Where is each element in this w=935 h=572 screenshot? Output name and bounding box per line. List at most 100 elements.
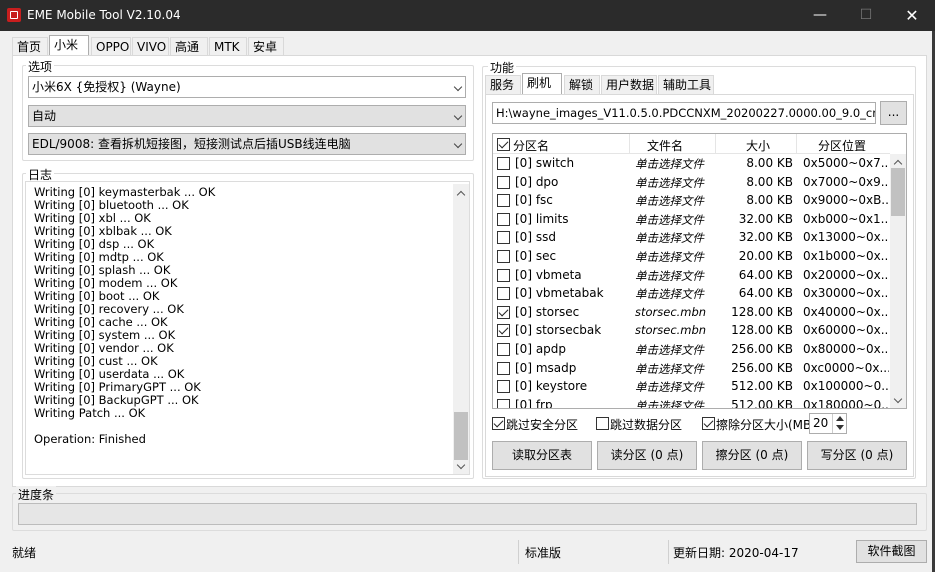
- row-checkbox[interactable]: [497, 157, 510, 170]
- header-partition[interactable]: 分区名: [513, 137, 549, 154]
- row-partition-name: [0] keystore: [515, 379, 588, 394]
- table-row[interactable]: [0] limits 单击选择文件 32.00 KB 0xb000~0x1...: [493, 210, 890, 228]
- tab-flash[interactable]: 刷机: [522, 73, 562, 95]
- tab-oppo[interactable]: OPPO: [91, 37, 131, 57]
- mode-select[interactable]: 自动: [28, 105, 466, 127]
- row-checkbox[interactable]: [497, 398, 510, 408]
- table-row[interactable]: [0] vbmetabak 单击选择文件 64.00 KB 0x30000~0x...: [493, 284, 890, 302]
- read-partition-table-button[interactable]: 读取分区表: [492, 441, 592, 470]
- tab-mtk[interactable]: MTK: [209, 37, 247, 57]
- scroll-down-icon[interactable]: [893, 394, 903, 404]
- close-button[interactable]: ✕: [889, 0, 935, 31]
- row-file-name[interactable]: 单击选择文件: [635, 193, 713, 209]
- table-row[interactable]: [0] keystore 单击选择文件 512.00 KB 0x100000~0...: [493, 377, 890, 395]
- erase-size-label[interactable]: 擦除分区大小(MB): [716, 416, 816, 433]
- erase-size-stepper[interactable]: 20: [809, 413, 847, 434]
- stepper-down-icon[interactable]: [836, 425, 844, 430]
- table-row[interactable]: [0] storsecbak storsec.mbn 128.00 KB 0x6000…: [493, 321, 890, 339]
- row-file-name[interactable]: 单击选择文件: [635, 212, 713, 228]
- row-file-name[interactable]: 单击选择文件: [635, 398, 713, 408]
- row-size: 64.00 KB: [738, 286, 793, 301]
- row-checkbox[interactable]: [497, 287, 510, 301]
- chevron-down-icon: [453, 111, 463, 121]
- table-row[interactable]: [0] dpo 单击选择文件 8.00 KB 0x7000~0x9...: [493, 173, 890, 191]
- model-select[interactable]: 小米6X {免授权} (Wayne): [28, 76, 466, 98]
- row-checkbox[interactable]: [497, 380, 510, 394]
- table-scroll-thumb[interactable]: [891, 168, 905, 216]
- log-scrollbar[interactable]: [453, 184, 469, 474]
- firmware-path-input[interactable]: H:\wayne_images_V11.0.5.0.PDCCNXM_202002…: [492, 102, 876, 124]
- read-partition-button[interactable]: 读分区 (0 点): [597, 441, 697, 470]
- row-checkbox[interactable]: [497, 361, 510, 375]
- tab-home[interactable]: 首页: [12, 37, 48, 57]
- table-row[interactable]: [0] apdp 单击选择文件 256.00 KB 0x80000~0x...: [493, 340, 890, 358]
- table-row[interactable]: [0] fsc 单击选择文件 8.00 KB 0x9000~0xB...: [493, 191, 890, 209]
- table-row[interactable]: [0] msadp 单击选择文件 256.00 KB 0xc0000~0x...: [493, 359, 890, 377]
- skip-data-label[interactable]: 跳过数据分区: [610, 416, 682, 433]
- row-file-name[interactable]: 单击选择文件: [635, 175, 713, 191]
- table-row[interactable]: [0] sec 单击选择文件 20.00 KB 0x1b000~0x...: [493, 247, 890, 265]
- row-partition-name: [0] apdp: [515, 342, 567, 356]
- row-file-name[interactable]: 单击选择文件: [635, 230, 713, 246]
- row-file-name[interactable]: 单击选择文件: [635, 286, 713, 302]
- skip-data-checkbox[interactable]: [596, 417, 609, 430]
- table-row[interactable]: [0] frp 单击选择文件 512.00 KB 0x180000~0...: [493, 396, 890, 408]
- scroll-down-icon[interactable]: [456, 460, 466, 470]
- write-partition-button[interactable]: 写分区 (0 点): [807, 441, 907, 470]
- method-select[interactable]: EDL/9008: 查看拆机短接图，短接测试点后插USB线连电脑: [28, 133, 466, 155]
- chevron-down-icon: [453, 139, 463, 149]
- tab-xiaomi[interactable]: 小米: [49, 35, 89, 57]
- row-file-name[interactable]: storsec.mbn: [635, 323, 713, 337]
- row-partition-name: [0] storsec: [515, 304, 580, 319]
- table-row[interactable]: [0] switch 单击选择文件 8.00 KB 0x5000~0x7...: [493, 154, 890, 172]
- scroll-up-icon[interactable]: [456, 190, 466, 200]
- log-box[interactable]: Writing [0] keymasterbak ... OK Writing […: [25, 181, 470, 475]
- erase-size-checkbox[interactable]: [702, 417, 715, 430]
- maximize-button[interactable]: ☐: [843, 0, 889, 31]
- tab-android[interactable]: 安卓: [248, 37, 284, 57]
- row-checkbox[interactable]: [497, 343, 510, 356]
- erase-partition-button[interactable]: 擦分区 (0 点): [702, 441, 802, 470]
- screenshot-button[interactable]: 软件截图: [856, 540, 927, 563]
- stepper-up-icon[interactable]: [836, 416, 844, 421]
- row-checkbox[interactable]: [497, 268, 510, 282]
- header-divider: [715, 134, 716, 154]
- tab-service[interactable]: 服务: [485, 75, 521, 95]
- table-row[interactable]: [0] storsec storsec.mbn 128.00 KB 0x40000~0…: [493, 303, 890, 321]
- table-row[interactable]: [0] vbmeta 单击选择文件 64.00 KB 0x20000~0x...: [493, 266, 890, 284]
- row-file-name[interactable]: 单击选择文件: [635, 268, 713, 284]
- row-checkbox[interactable]: [497, 212, 510, 226]
- row-file-name[interactable]: 单击选择文件: [635, 361, 713, 377]
- row-file-name[interactable]: 单击选择文件: [635, 342, 713, 358]
- row-file-name[interactable]: storsec.mbn: [635, 305, 713, 319]
- scroll-up-icon[interactable]: [893, 159, 903, 169]
- header-filename[interactable]: 文件名: [647, 137, 683, 154]
- skip-secure-checkbox[interactable]: [492, 417, 505, 430]
- row-checkbox[interactable]: [497, 250, 510, 263]
- minimize-button[interactable]: —: [797, 0, 843, 31]
- select-all-checkbox[interactable]: [497, 138, 510, 151]
- row-checkbox[interactable]: [497, 324, 510, 338]
- row-file-name[interactable]: 单击选择文件: [635, 379, 713, 395]
- skip-secure-label[interactable]: 跳过安全分区: [506, 416, 578, 433]
- tab-qualcomm[interactable]: 高通: [170, 37, 208, 57]
- row-file-name[interactable]: 单击选择文件: [635, 249, 713, 265]
- header-location[interactable]: 分区位置: [818, 137, 866, 154]
- tab-userdata[interactable]: 用户数据: [601, 75, 657, 95]
- tab-vivo[interactable]: VIVO: [132, 37, 169, 57]
- row-checkbox[interactable]: [497, 231, 510, 245]
- row-checkbox[interactable]: [497, 194, 510, 208]
- row-file-name[interactable]: 单击选择文件: [635, 156, 713, 172]
- tab-unlock[interactable]: 解锁: [564, 75, 600, 95]
- row-location: 0x9000~0xB...: [803, 193, 889, 208]
- tab-tools[interactable]: 辅助工具: [658, 75, 714, 95]
- row-checkbox[interactable]: [497, 305, 510, 319]
- table-row[interactable]: [0] ssd 单击选择文件 32.00 KB 0x13000~0x...: [493, 228, 890, 246]
- erase-size-value[interactable]: 20: [813, 416, 828, 430]
- row-checkbox[interactable]: [497, 175, 510, 189]
- mode-value: 自动: [32, 109, 57, 123]
- table-scrollbar[interactable]: [890, 154, 906, 408]
- log-scroll-thumb[interactable]: [454, 412, 468, 460]
- header-size[interactable]: 大小: [746, 137, 770, 154]
- browse-button[interactable]: ...: [880, 101, 907, 125]
